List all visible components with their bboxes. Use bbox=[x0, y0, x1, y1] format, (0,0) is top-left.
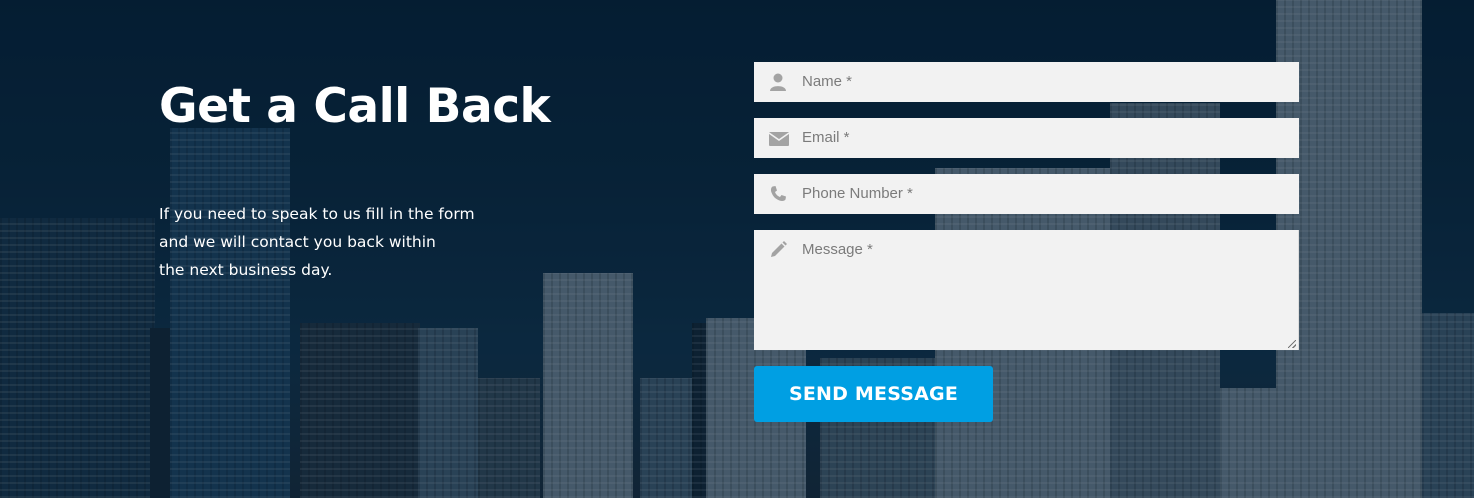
description-line: and we will contact you back within bbox=[159, 233, 436, 251]
phone-icon bbox=[768, 184, 788, 204]
message-field-placeholder: Message * bbox=[802, 241, 873, 258]
phone-field-placeholder: Phone Number * bbox=[802, 185, 913, 202]
name-field-placeholder: Name * bbox=[802, 73, 853, 90]
call-back-form: Name * Email * Phone Number * Message * bbox=[754, 62, 1299, 366]
envelope-icon bbox=[768, 128, 790, 148]
page-title: Get a Call Back bbox=[159, 79, 551, 134]
resize-handle[interactable] bbox=[1288, 340, 1296, 348]
pencil-icon bbox=[768, 240, 788, 260]
email-field[interactable]: Email * bbox=[754, 118, 1299, 158]
name-field[interactable]: Name * bbox=[754, 62, 1299, 102]
phone-field[interactable]: Phone Number * bbox=[754, 174, 1299, 214]
description-line: If you need to speak to us fill in the f… bbox=[159, 205, 475, 223]
section-description: If you need to speak to us fill in the f… bbox=[159, 200, 499, 284]
description-line: the next business day. bbox=[159, 261, 333, 279]
email-field-placeholder: Email * bbox=[802, 129, 850, 146]
send-message-button[interactable]: SEND MESSAGE bbox=[754, 366, 993, 422]
user-icon bbox=[768, 72, 788, 92]
message-field[interactable]: Message * bbox=[754, 230, 1299, 350]
